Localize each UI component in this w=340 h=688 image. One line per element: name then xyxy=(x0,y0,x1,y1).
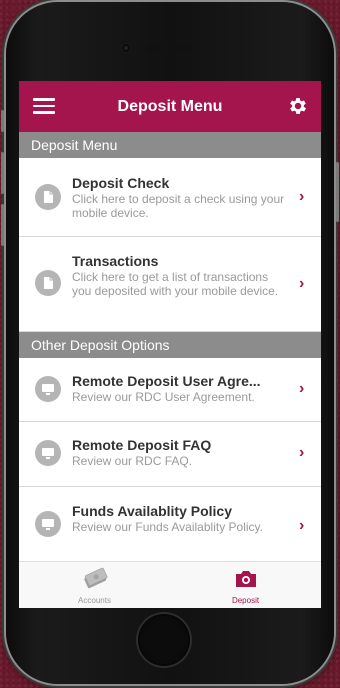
chevron-right-icon: › xyxy=(299,188,305,205)
monitor-icon xyxy=(35,376,61,402)
tab-accounts[interactable]: Accounts xyxy=(19,562,170,608)
list-item-title: Remote Deposit FAQ xyxy=(72,437,212,453)
chevron-right-icon: › xyxy=(299,380,305,397)
page-title: Deposit Menu xyxy=(117,98,223,115)
navbar: Deposit Menu xyxy=(19,81,321,132)
document-icon xyxy=(35,270,61,296)
front-camera xyxy=(122,44,130,52)
list-item-remote-deposit-faq[interactable]: Remote Deposit FAQ Review our RDC FAQ. › xyxy=(19,422,321,487)
chevron-right-icon: › xyxy=(299,517,305,534)
app-screen: Deposit Menu Deposit Menu Deposit Check … xyxy=(19,81,321,608)
volume-up-button xyxy=(1,152,4,194)
tab-label: Accounts xyxy=(78,596,111,605)
power-button xyxy=(336,162,339,222)
list-item-title: Transactions xyxy=(72,253,159,269)
tab-label: Deposit xyxy=(231,596,260,605)
earpiece-speaker xyxy=(146,46,192,51)
list-item-deposit-check[interactable]: Deposit Check Click here to deposit a ch… xyxy=(19,158,321,237)
monitor-icon xyxy=(35,511,61,537)
list-item-title: Funds Availablity Policy xyxy=(72,503,233,519)
list-item-subtitle: Click here to deposit a check using your… xyxy=(72,192,285,220)
list-item-transactions[interactable]: Transactions Click here to get a list of… xyxy=(19,237,321,332)
list-item-subtitle: Review our RDC User Agreement. xyxy=(72,390,255,404)
chevron-right-icon: › xyxy=(299,444,305,461)
chevron-right-icon: › xyxy=(299,275,305,292)
monitor-icon xyxy=(35,440,61,466)
list-item-subtitle: Review our Funds Availablity Policy. xyxy=(72,520,263,534)
home-button[interactable] xyxy=(138,614,190,666)
volume-down-button xyxy=(1,204,4,246)
mute-switch xyxy=(1,110,4,132)
list-item-title: Remote Deposit User Agre... xyxy=(72,373,261,389)
list-item-subtitle: Click here to get a list of transactions… xyxy=(72,270,279,298)
list-item-subtitle: Review our RDC FAQ. xyxy=(72,454,193,468)
gear-icon[interactable] xyxy=(287,95,309,117)
document-icon xyxy=(35,184,61,210)
camera-icon xyxy=(236,571,256,587)
tab-bar: Accounts Deposit xyxy=(19,561,321,608)
section-header-deposit-menu: Deposit Menu xyxy=(19,132,321,158)
accounts-icon xyxy=(84,567,108,589)
list-item-remote-deposit-user-agreement[interactable]: Remote Deposit User Agre... Review our R… xyxy=(19,358,321,422)
list-item-title: Deposit Check xyxy=(72,175,170,191)
section-header-other-deposit-options: Other Deposit Options xyxy=(19,332,321,358)
tab-deposit[interactable]: Deposit xyxy=(170,562,321,608)
list-item-funds-availability-policy[interactable]: Funds Availablity Policy Review our Fund… xyxy=(19,487,321,565)
